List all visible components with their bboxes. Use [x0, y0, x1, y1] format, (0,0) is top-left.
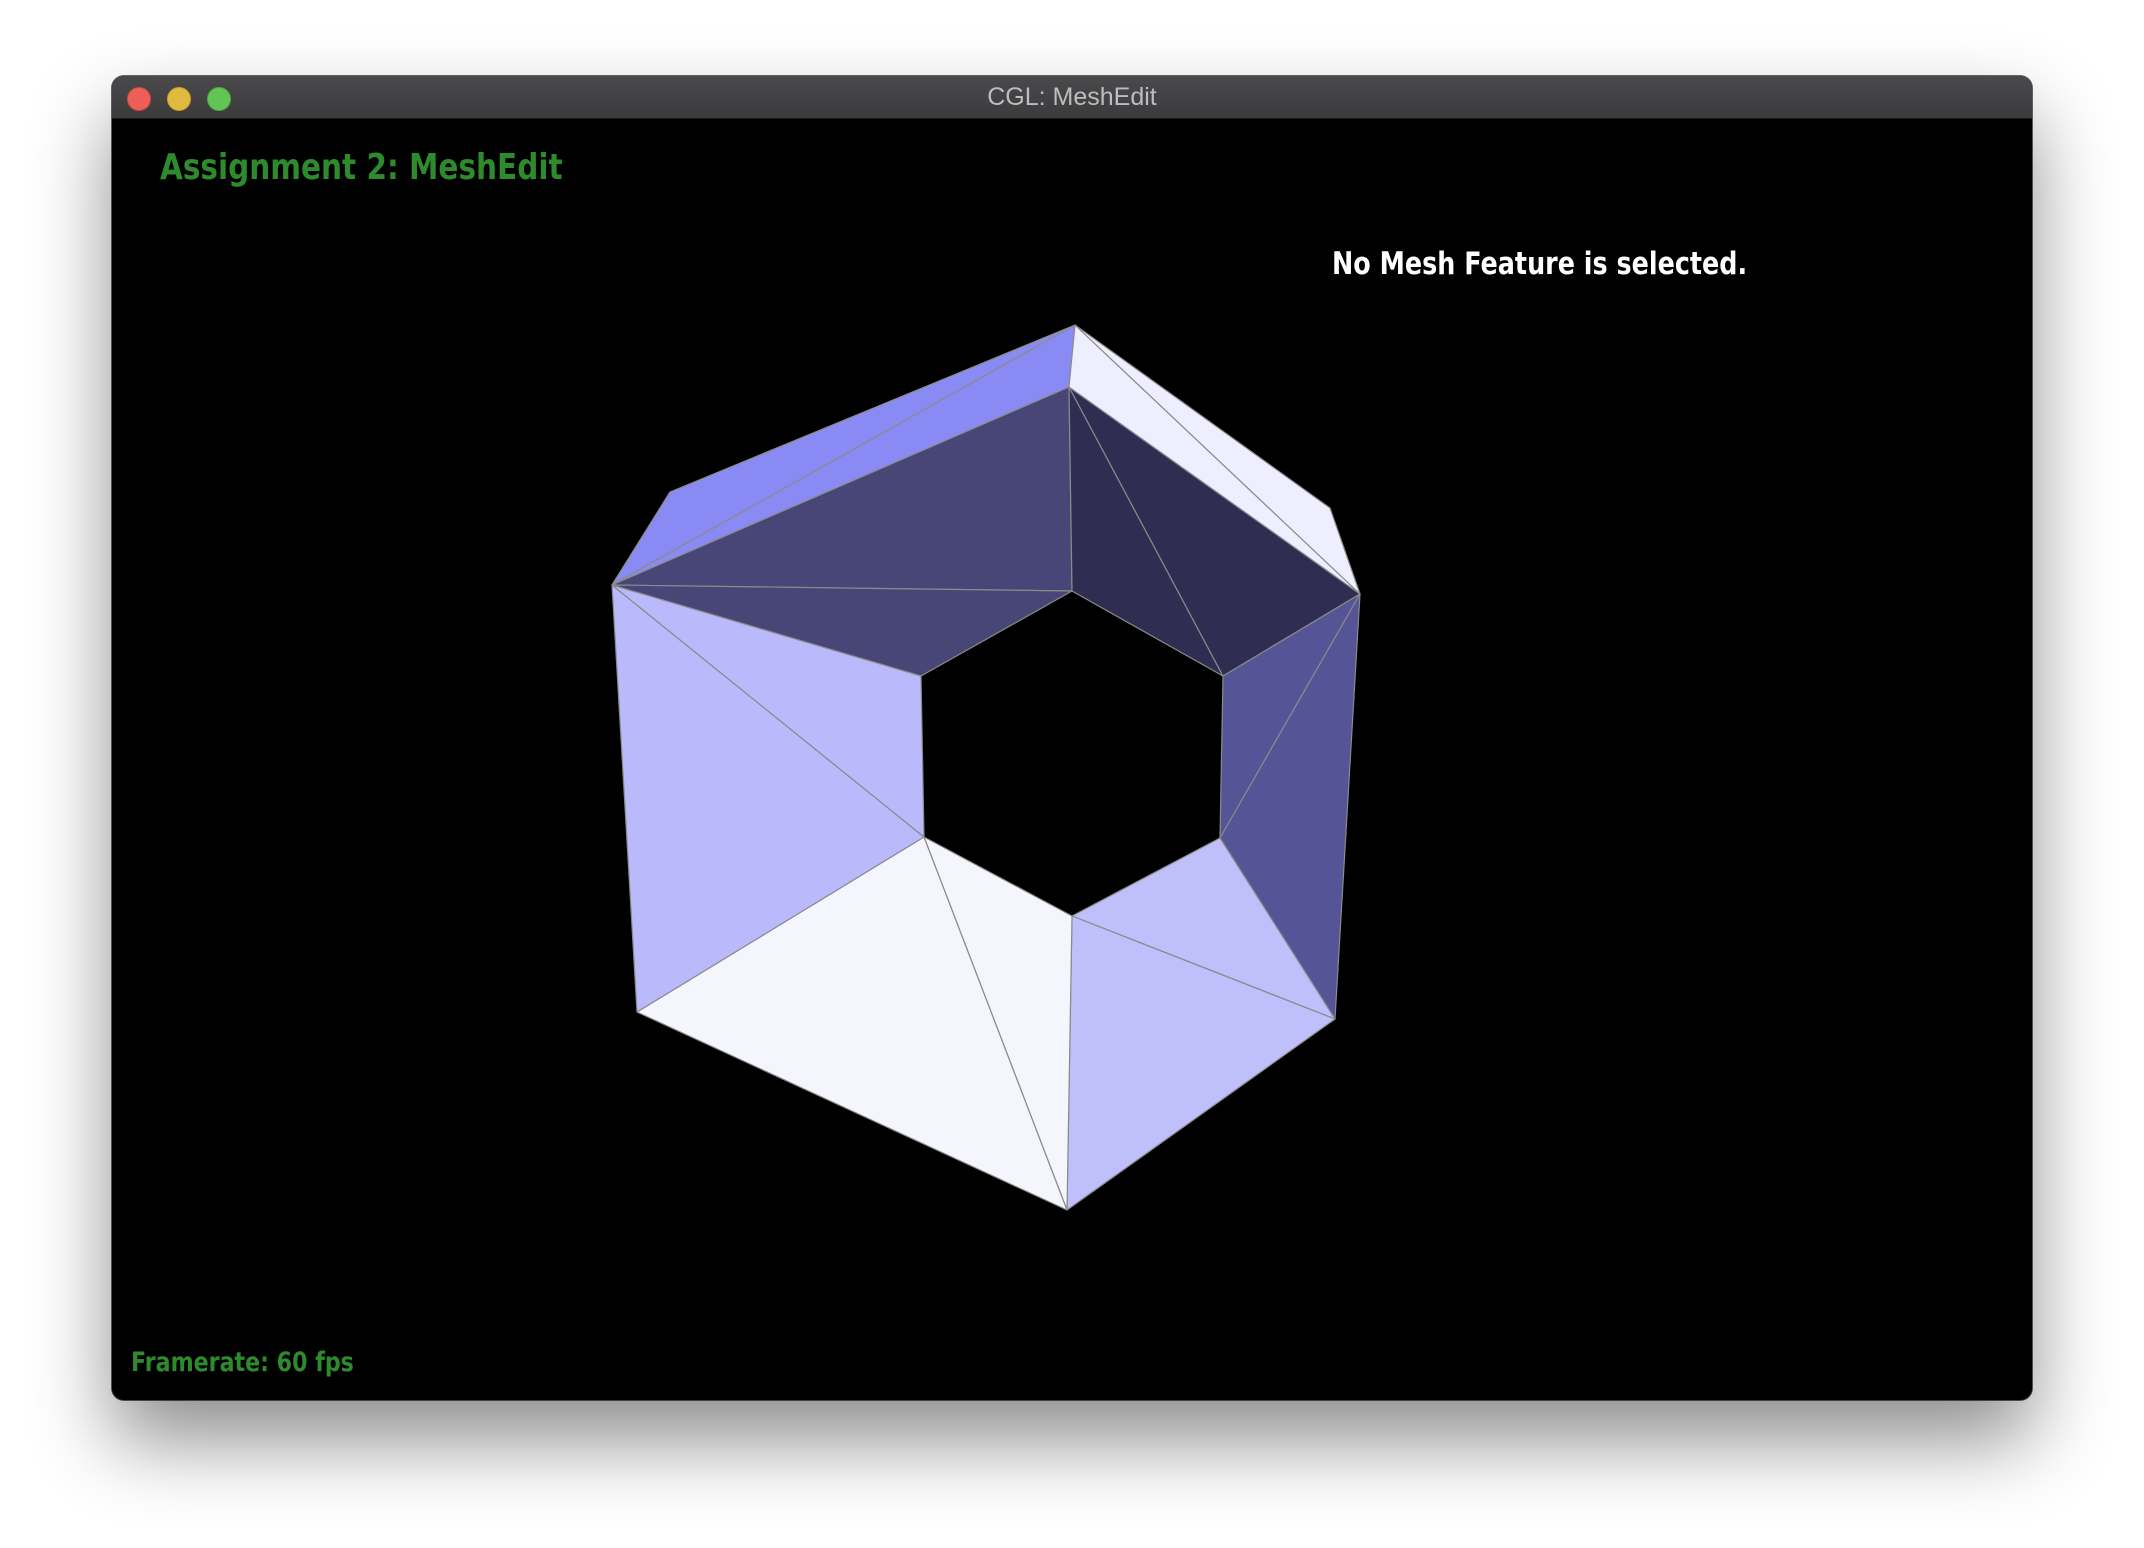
mesh-canvas[interactable] — [112, 119, 2032, 1400]
framerate-readout: Framerate: 60 fps — [131, 1347, 354, 1378]
selection-status: No Mesh Feature is selected. — [1332, 246, 1748, 282]
title-bar[interactable]: CGL: MeshEdit — [112, 76, 2032, 119]
mesh-faces — [611, 324, 1361, 1211]
app-window: CGL: MeshEdit Assignment 2: MeshEdit No … — [112, 76, 2032, 1400]
window-title: CGL: MeshEdit — [987, 83, 1157, 111]
assignment-title: Assignment 2: MeshEdit — [160, 147, 563, 188]
mesh-viewport[interactable]: Assignment 2: MeshEdit No Mesh Feature i… — [112, 119, 2032, 1400]
